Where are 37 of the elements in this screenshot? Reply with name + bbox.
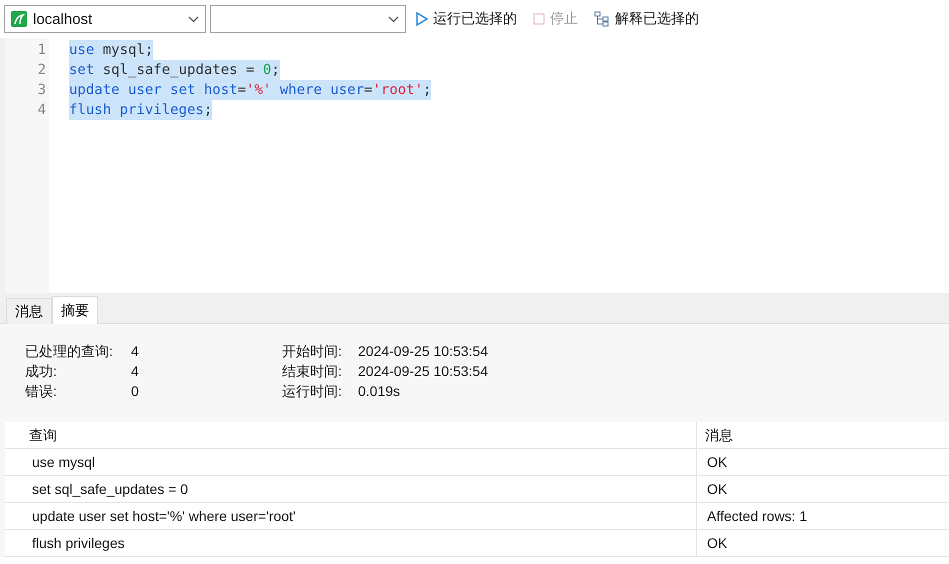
table-cell: update user set host='%' where user='root' (5, 503, 697, 530)
summary-value: 4 (131, 342, 140, 361)
table-cell: Affected rows: 1 (697, 503, 949, 530)
table-cell: flush privileges (5, 530, 697, 557)
tab[interactable]: 摘要 (52, 296, 98, 324)
summary-label: 结束时间: (282, 362, 343, 381)
summary-label: 运行时间: (282, 382, 343, 401)
line-number: 3 (36, 81, 47, 100)
table-cell: OK (697, 476, 949, 503)
summary-value: 4 (131, 362, 140, 381)
summary-value: 2024-09-25 10:53:54 (358, 362, 489, 381)
connection-select[interactable]: localhost (4, 5, 206, 33)
tab[interactable]: 消息 (6, 298, 52, 324)
table-cell: use mysql (5, 449, 697, 476)
summary-value: 0.019s (358, 382, 402, 401)
run-button[interactable]: 运行已选择的 (410, 10, 523, 28)
summary-value: 0 (131, 382, 140, 401)
table-cell: OK (697, 449, 949, 476)
database-select[interactable] (210, 5, 406, 33)
play-icon (416, 12, 428, 26)
column-header: 查询 (5, 422, 697, 449)
summary-label: 已处理的查询: (25, 342, 114, 361)
table-cell: set sql_safe_updates = 0 (5, 476, 697, 503)
table-cell: OK (697, 530, 949, 557)
stop-icon (533, 13, 545, 25)
tree-icon (594, 11, 610, 27)
summary-value: 2024-09-25 10:53:54 (358, 342, 489, 361)
explain-button[interactable]: 解释已选择的 (588, 10, 705, 28)
summary-label: 开始时间: (282, 342, 343, 361)
line-number: 4 (36, 101, 47, 120)
summary-label: 错误: (25, 382, 58, 401)
line-number: 2 (36, 61, 47, 80)
caret-icon (188, 16, 199, 22)
summary-label: 成功: (25, 362, 58, 381)
column-header: 消息 (697, 422, 949, 449)
caret-icon (388, 16, 399, 22)
line-number: 1 (36, 41, 47, 60)
